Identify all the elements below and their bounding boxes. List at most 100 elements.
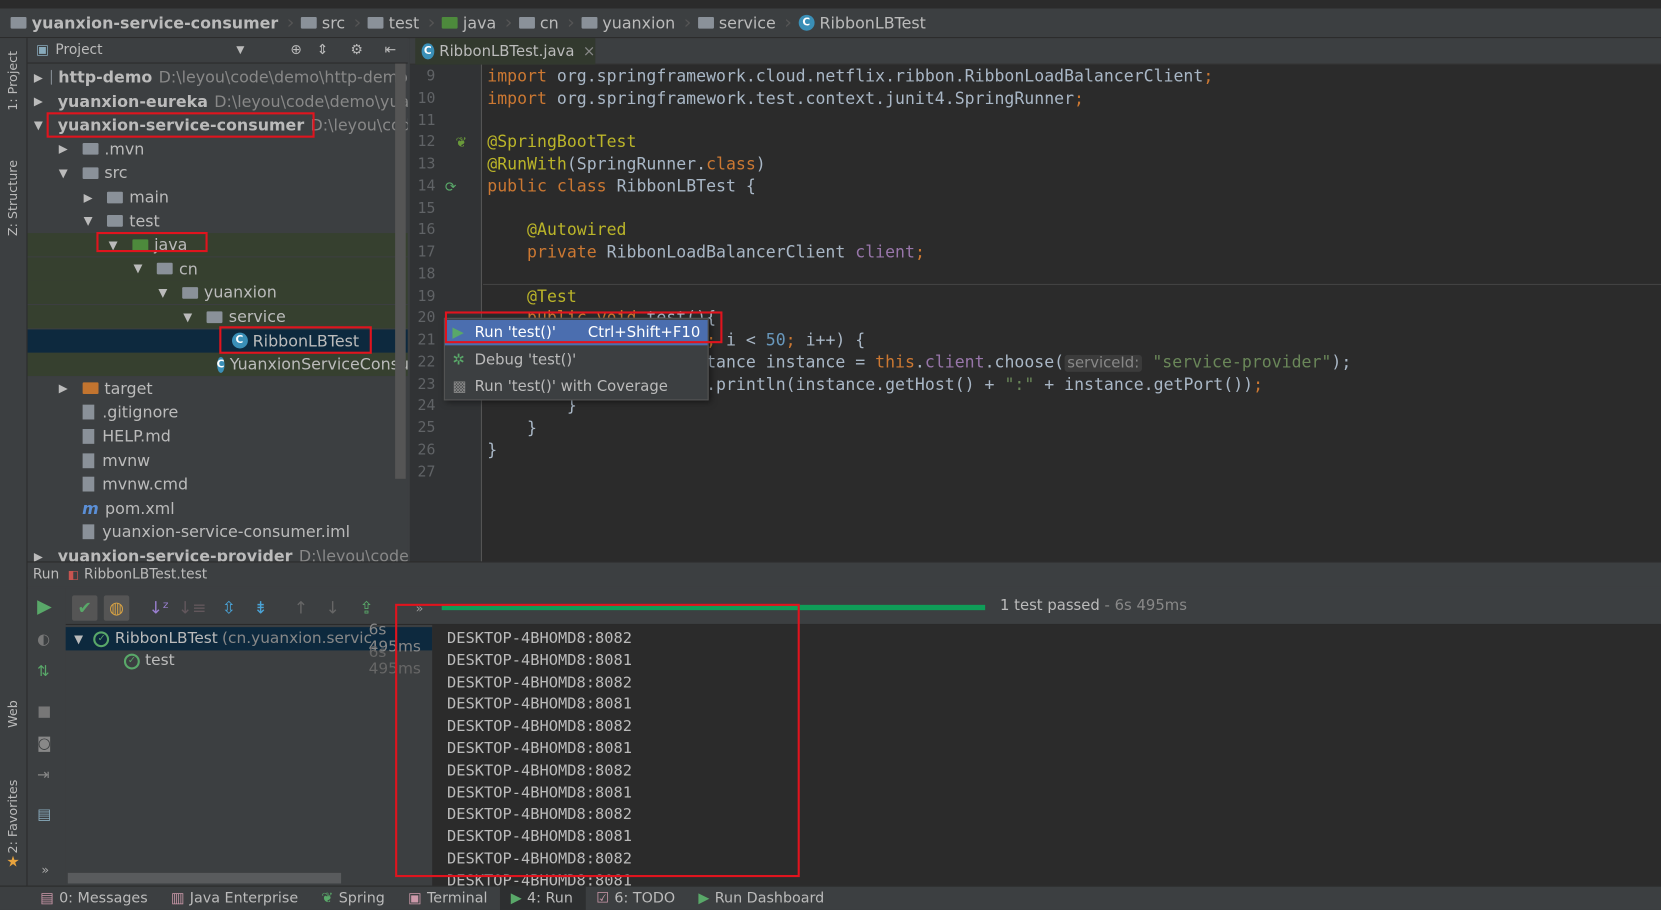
tree-item[interactable]: ▼ yuanxion — [27, 281, 408, 305]
expand-arrow-icon[interactable]: ▶ — [84, 190, 99, 204]
tree-item[interactable]: ▼ src — [28, 161, 408, 184]
expand-arrow-icon[interactable]: ▶ — [34, 94, 43, 108]
tree-item[interactable]: ▼ java — [27, 233, 408, 257]
tree-item[interactable]: ▶ target — [28, 377, 408, 400]
expand-arrow-icon[interactable]: ▶ — [59, 382, 74, 396]
tool-window-2[interactable]: ❦ Spring — [311, 886, 398, 910]
project-view-select[interactable]: Project — [55, 42, 102, 58]
expand-arrow-icon[interactable]: ▼ — [158, 286, 173, 300]
tree-item[interactable]: yuanxion-service-consumer.iml — [28, 521, 408, 544]
expand-arrow-icon[interactable]: ▼ — [183, 310, 198, 324]
exit-icon[interactable]: ⇥ — [37, 767, 49, 784]
collapse-all-icon[interactable]: ⇕ — [317, 42, 329, 58]
passed-icon: ✓ — [93, 630, 110, 647]
sort-duration-icon[interactable]: ↓≡ — [178, 595, 206, 620]
breadcrumb-item[interactable]: yuanxion › — [581, 12, 691, 34]
expand-arrow-icon[interactable]: ▼ — [59, 166, 74, 180]
tool-window-3[interactable]: ▣ Terminal — [398, 886, 501, 910]
show-ignored-icon[interactable]: ◍ — [103, 595, 130, 621]
sort-alpha-icon[interactable]: ↓ᶻ — [146, 595, 171, 620]
tree-item[interactable]: C YuanxionServiceConsumerApplicationTest… — [27, 352, 408, 377]
code-line: @SpringBootTest — [487, 132, 636, 154]
file-icon — [82, 429, 94, 444]
close-icon[interactable]: × — [583, 43, 595, 60]
tree-item[interactable]: ▼ service — [27, 305, 408, 329]
package-icon — [156, 263, 173, 275]
layout-icon[interactable]: ▤ — [37, 806, 51, 823]
breadcrumb-label: service — [718, 13, 776, 33]
expand-arrow-icon[interactable]: ▼ — [84, 214, 99, 228]
tab-ribbonlbtest[interactable]: C RibbonLBTest.java × — [415, 38, 596, 65]
previous-test-icon[interactable]: ↑ — [288, 595, 313, 620]
gear-icon[interactable]: ⚙ — [351, 42, 363, 58]
breadcrumb-item[interactable]: C RibbonLBTest — [798, 13, 926, 32]
line-number: 14 — [417, 177, 436, 195]
breadcrumb-item[interactable]: cn › — [518, 12, 575, 34]
test-row-method[interactable]: ✓ test 6s 495ms — [66, 644, 433, 678]
separator-icon: › — [683, 11, 692, 34]
tree-item[interactable]: ▼ cn — [27, 257, 408, 281]
breadcrumb-item[interactable]: java › — [441, 12, 512, 34]
tree-item[interactable]: ▶ http-demo D:\leyou\code\demo\http-demo — [28, 66, 408, 89]
stop-icon[interactable]: ■ — [37, 703, 51, 720]
more-icon[interactable]: » — [41, 862, 49, 877]
toggle-autotest-icon[interactable]: ⇅ — [37, 663, 49, 680]
web-tool-button[interactable]: Web — [5, 700, 20, 728]
tree-item[interactable]: ▶ yuanxion-eureka D:\leyou\code\demo\yua… — [28, 90, 408, 113]
structure-tool-button[interactable]: Z: Structure — [5, 160, 20, 236]
project-tool-button[interactable]: 1: Project — [5, 51, 20, 111]
rerun-icon[interactable]: ▶ — [37, 595, 52, 617]
folder-icon — [300, 16, 317, 29]
code-token: @SpringBootTest — [487, 132, 637, 152]
expand-arrow-icon[interactable]: ▼ — [133, 262, 148, 276]
package-icon — [518, 16, 535, 29]
code-token: ; — [1253, 374, 1264, 394]
tool-window-6[interactable]: ▶ Run Dashboard — [688, 886, 837, 910]
expand-arrow-icon[interactable]: ▶ — [34, 549, 43, 561]
breadcrumb-item[interactable]: service › — [697, 12, 792, 34]
breadcrumb-item[interactable]: test › — [367, 12, 435, 34]
tool-window-4[interactable]: ▶ 4: Run — [500, 886, 586, 910]
expand-all-icon[interactable]: ⇳ — [216, 595, 241, 620]
show-passed-icon[interactable]: ✔ — [72, 595, 98, 621]
tree-item[interactable]: m pom.xml — [28, 497, 408, 520]
tool-window-0[interactable]: ▤ 0: Messages — [30, 886, 161, 910]
tree-item-label: cn — [179, 259, 198, 279]
breadcrumb-label: yuanxion-service-consumer — [31, 13, 279, 33]
camera-icon[interactable]: ◙ — [37, 735, 51, 752]
tree-item[interactable]: ▼ test — [28, 209, 408, 232]
tree-item[interactable]: ▶ yuanxion-service-provider D:\leyou\cod… — [28, 544, 408, 562]
run-gutter-icon[interactable]: ⟳ — [445, 180, 457, 196]
breadcrumb-item[interactable]: yuanxion-service-consumer › — [10, 12, 295, 34]
code-line: @Autowired — [487, 220, 626, 242]
tree-item-label: pom.xml — [105, 498, 175, 518]
menu-item[interactable]: ▩ Run 'test()' with Coverage — [445, 374, 708, 399]
collapse-all-tests-icon[interactable]: ⇟ — [248, 595, 273, 620]
expand-arrow-icon[interactable]: ▼ — [74, 632, 83, 646]
next-test-icon[interactable]: ↓ — [320, 595, 345, 620]
tool-window-5[interactable]: ☑ 6: TODO — [586, 886, 688, 910]
tree-item[interactable]: HELP.md — [28, 425, 408, 448]
locate-icon[interactable]: ⊕ — [290, 42, 302, 58]
hide-panel-icon[interactable]: ⇤ — [385, 42, 397, 58]
tree-item[interactable]: mvnw — [28, 449, 408, 472]
tree-item[interactable]: .gitignore — [28, 401, 408, 424]
rerun-failed-icon[interactable]: ◐ — [37, 631, 50, 648]
chevron-down-icon[interactable]: ▼ — [236, 44, 244, 56]
line-number: 15 — [417, 199, 436, 217]
line-number: 21 — [417, 331, 436, 349]
favorites-tool-button[interactable]: 2: Favorites — [5, 780, 20, 854]
tree-item[interactable]: ▶ .mvn — [28, 137, 408, 160]
breadcrumb-item[interactable]: src › — [300, 12, 361, 34]
expand-arrow-icon[interactable]: ▼ — [34, 118, 43, 132]
test-tree-scrollbar[interactable] — [67, 872, 342, 884]
tree-item[interactable]: ▶ main — [28, 185, 408, 208]
expand-arrow-icon[interactable]: ▶ — [34, 70, 43, 84]
menu-item[interactable]: ✲ Debug 'test()' — [445, 347, 708, 372]
run-config-name[interactable]: RibbonLBTest.test — [84, 567, 207, 583]
expand-arrow-icon[interactable]: ▶ — [59, 142, 74, 156]
tree-item[interactable]: mvnw.cmd — [28, 473, 408, 496]
tool-window-1[interactable]: ▥ Java Enterprise — [160, 886, 310, 910]
export-icon[interactable]: ⇪ — [354, 595, 379, 620]
project-scrollbar[interactable] — [395, 63, 406, 479]
